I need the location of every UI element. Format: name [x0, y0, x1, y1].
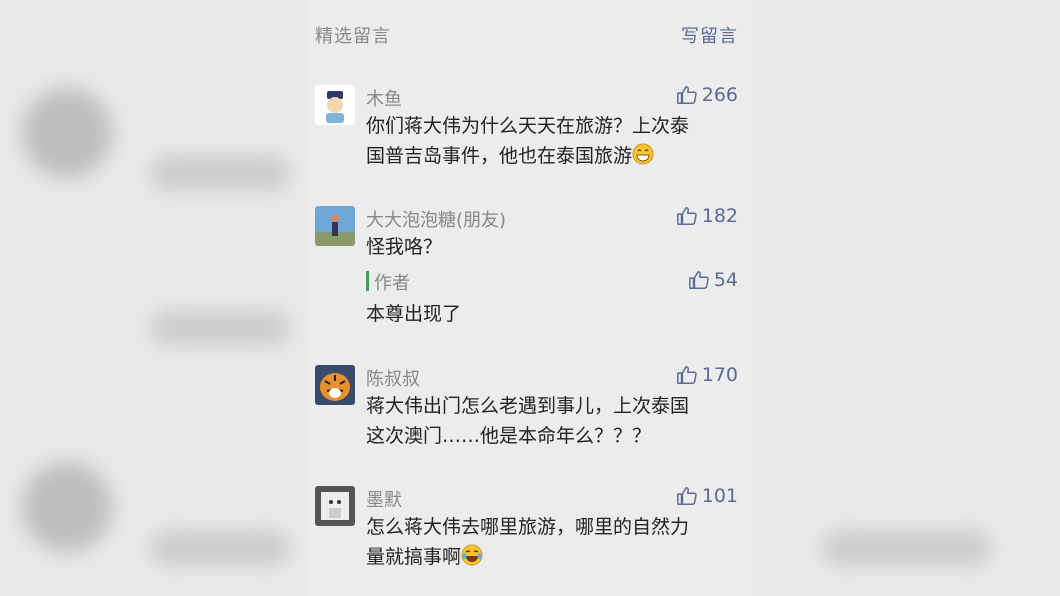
thumbs-up-icon	[676, 207, 697, 225]
blurred-left-backdrop	[0, 0, 307, 596]
grin-emoji	[632, 143, 654, 165]
commenter-name[interactable]: 大大泡泡糖(朋友)	[366, 206, 506, 232]
like-count: 182	[701, 205, 738, 227]
like-count: 170	[701, 364, 738, 386]
author-reply-marker	[366, 271, 369, 291]
like-button[interactable]: 182	[676, 205, 738, 227]
like-button[interactable]: 101	[676, 485, 738, 507]
thumbs-up-icon	[676, 487, 697, 505]
commenter-name[interactable]: 木鱼	[366, 85, 402, 111]
commenter-name[interactable]: 陈叔叔	[366, 365, 420, 391]
comment-text: 怪我咯？	[366, 236, 443, 258]
reply-like-button[interactable]: 54	[688, 269, 738, 291]
like-count: 266	[701, 84, 738, 106]
thumbs-up-icon	[688, 271, 709, 289]
comments-panel: 精选留言 写留言 木鱼 266 你们蒋大伟为什么天天在旅游？上次泰 国普吉岛事件…	[307, 0, 752, 596]
like-button[interactable]: 170	[676, 364, 738, 386]
like-count: 54	[713, 269, 738, 291]
tears-of-joy-emoji	[461, 544, 483, 566]
like-count: 101	[701, 485, 738, 507]
avatar[interactable]	[315, 486, 355, 526]
author-reply-text: 本尊出现了	[366, 303, 462, 325]
comment-text: 你们蒋大伟为什么天天在旅游？上次泰 国普吉岛事件，他也在泰国旅游	[366, 115, 690, 167]
commenter-name[interactable]: 墨默	[366, 486, 402, 512]
avatar[interactable]	[315, 85, 355, 125]
comment-text: 怎么蒋大伟去哪里旅游，哪里的自然力 量就搞事啊	[366, 516, 690, 568]
author-label: 作者	[374, 273, 410, 294]
featured-comments-title: 精选留言	[315, 26, 391, 47]
avatar[interactable]	[315, 206, 355, 246]
like-button[interactable]: 266	[676, 84, 738, 106]
write-comment-link[interactable]: 写留言	[681, 22, 738, 48]
comment-text: 蒋大伟出门怎么老遇到事儿，上次泰国 这次澳门……他是本命年么？？？	[366, 395, 690, 447]
blurred-right-backdrop	[752, 0, 1060, 596]
avatar[interactable]	[315, 365, 355, 405]
thumbs-up-icon	[676, 86, 697, 104]
thumbs-up-icon	[676, 366, 697, 384]
